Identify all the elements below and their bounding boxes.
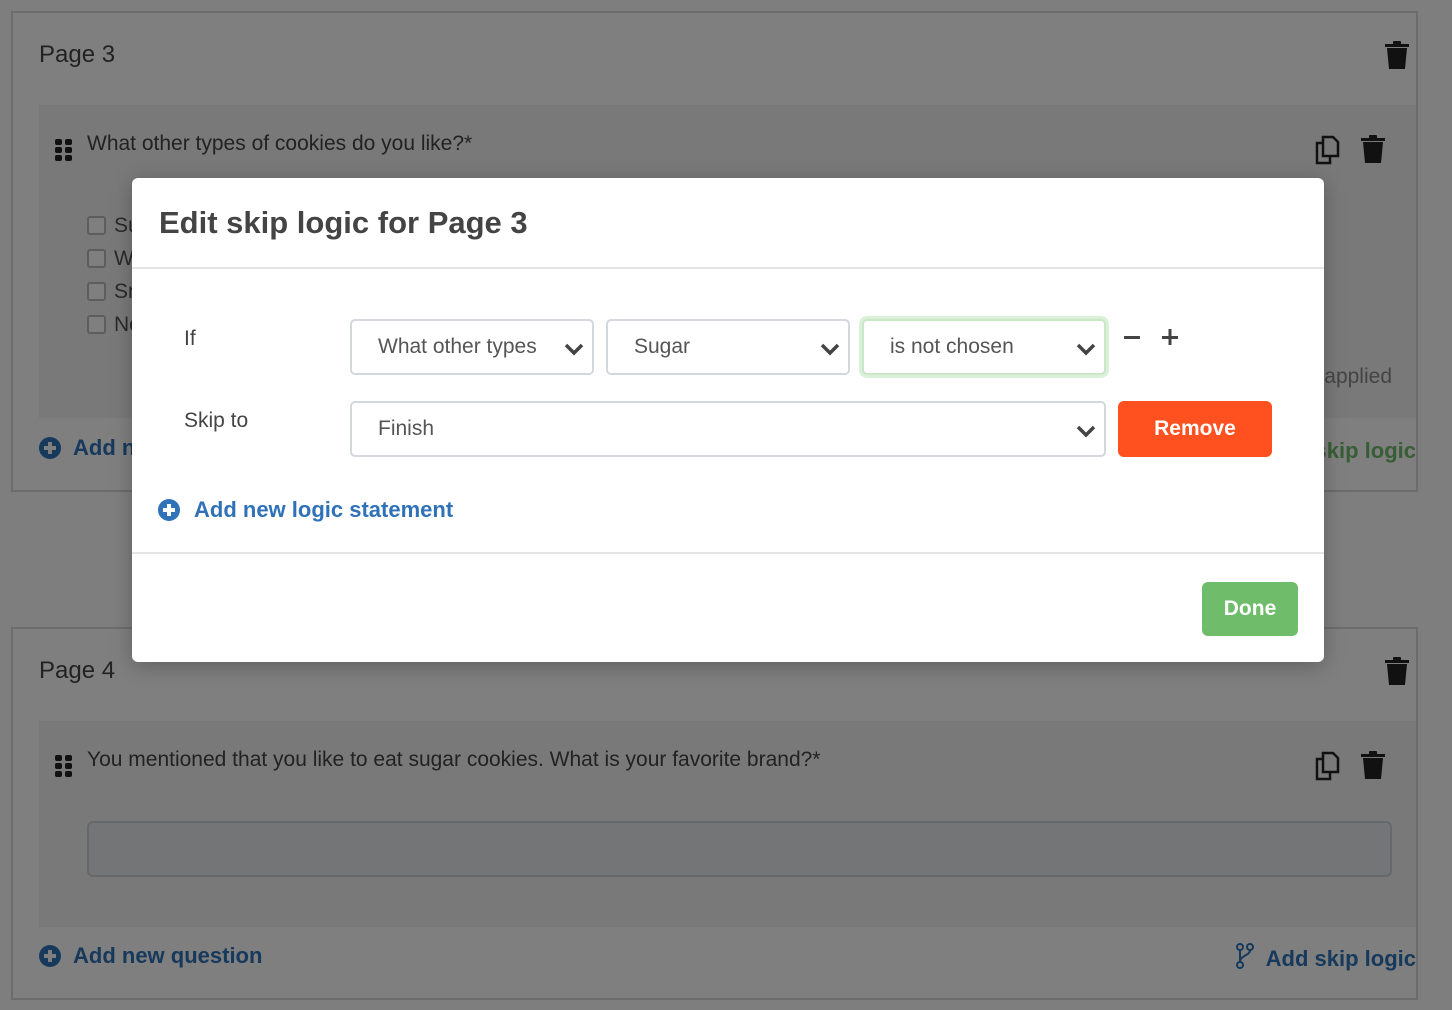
question-select-value: What other types (378, 335, 537, 358)
chevron-down-icon (1076, 339, 1096, 356)
plus-circle-icon (158, 499, 180, 521)
modal-header: Edit skip logic for Page 3 (132, 178, 1324, 269)
operator-select-value: is not chosen (890, 335, 1014, 358)
question-select[interactable]: What other types (350, 319, 594, 375)
skip-to-label: Skip to (184, 409, 249, 432)
if-label: If (184, 327, 196, 350)
answer-select-value: Sugar (634, 335, 691, 358)
done-button[interactable]: Done (1202, 582, 1298, 636)
skip-to-select-value: Finish (378, 417, 435, 440)
skip-logic-modal: Edit skip logic for Page 3 If What other… (132, 178, 1324, 662)
add-condition-plus-icon[interactable] (1160, 327, 1180, 347)
answer-select[interactable]: Sugar (606, 319, 850, 375)
remove-button[interactable]: Remove (1118, 401, 1272, 457)
operator-select[interactable]: is not chosen (862, 319, 1106, 375)
add-logic-statement-link[interactable]: Add new logic statement (158, 497, 453, 523)
modal-title: Edit skip logic for Page 3 (159, 205, 528, 240)
add-logic-statement-label: Add new logic statement (194, 497, 454, 522)
remove-condition-minus-icon[interactable] (1122, 327, 1142, 347)
skip-to-select[interactable]: Finish (350, 401, 1106, 457)
modal-body: If What other types Sugar is not chosen … (132, 269, 1324, 554)
chevron-down-icon (820, 339, 840, 356)
chevron-down-icon (564, 339, 584, 356)
chevron-down-icon (1076, 421, 1096, 438)
